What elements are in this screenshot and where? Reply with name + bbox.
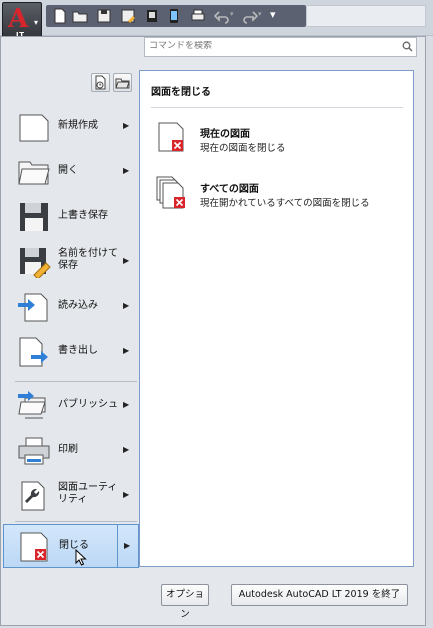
menu-item-label: 上書き保存 [58,210,108,221]
open-documents-icon [115,78,130,89]
exit-application-button[interactable]: Autodesk AutoCAD LT 2019 を終了 [231,584,408,606]
chevron-right-icon: ▶ [123,490,130,499]
chevron-right-icon: ▶ [123,346,130,355]
chevron-right-icon: ▶ [123,256,130,265]
qat-tools: ▾ ▾ ▾ [46,5,306,27]
entry-description: 現在開かれているすべての図面を閉じる [200,198,370,209]
mobile-save-icon[interactable] [166,8,182,24]
close-current-drawing[interactable]: 現在の図面 現在の図面を閉じる [156,121,406,161]
import-icon [18,293,48,322]
chevron-right-icon: ▶ [123,301,130,310]
menu-item-label: 新規作成 [58,120,98,131]
chevron-right-icon: ▶ [124,541,131,550]
close-all-drawings[interactable]: すべての図面 現在開かれているすべての図面を閉じる [156,176,406,216]
divider [151,107,403,108]
save-icon [20,203,48,231]
chevron-down-icon: ▾ [34,18,39,27]
export-icon [19,337,48,367]
search-icon[interactable] [402,41,413,52]
menu-item-label: 読み込み [58,300,98,311]
menu-item-save[interactable]: 上書き保存 [3,195,139,239]
close-drawing-icon [20,532,48,562]
undo-dropdown-icon[interactable]: ▾ [230,10,234,18]
recent-documents-icon [95,75,106,90]
chevron-right-icon: ▶ [123,166,130,175]
redo-dropdown-icon[interactable]: ▾ [258,10,262,18]
new-file-icon [19,114,49,142]
menu-item-label: 開く [58,165,78,176]
entry-title: 現在の図面 [200,129,250,140]
app-logo: A [8,4,29,34]
recent-documents-button[interactable] [91,73,110,92]
menu-item-drawing-utilities[interactable]: 図面ユーティリティ ▶ [3,474,139,518]
redo-icon[interactable] [242,8,258,24]
customize-qat-icon[interactable]: ▾ [270,8,276,21]
save-as-icon[interactable] [120,8,136,24]
chevron-right-icon: ▶ [123,445,130,454]
mouse-cursor-icon [75,549,87,566]
save-as-icon [20,248,51,278]
close-all-drawings-icon [156,176,185,209]
search-input[interactable] [149,41,394,51]
entry-title: すべての図面 [200,184,259,195]
menu-item-print[interactable]: 印刷 ▶ [3,429,139,473]
cloud-open-icon[interactable] [144,8,160,24]
menu-item-label: パブリッシュ [58,399,118,410]
wrench-icon [21,481,45,511]
divider [15,521,137,522]
divider [15,381,137,382]
menu-item-label: 印刷 [58,444,78,455]
menu-item-save-as[interactable]: 名前を付けて保存 ▶ [3,240,139,284]
chevron-right-icon: ▶ [123,400,130,409]
close-drawing-icon [158,122,184,152]
plot-icon[interactable] [190,8,206,24]
menu-item-label: 書き出し [58,345,98,356]
save-icon[interactable] [96,8,112,24]
menu-item-new[interactable]: 新規作成 ▶ [3,105,139,149]
menu-item-label: 名前を付けて保存 [58,248,118,271]
command-search [144,37,417,57]
entry-description: 現在の図面を閉じる [200,143,286,154]
new-file-icon[interactable] [52,8,68,24]
options-button[interactable]: オプション [161,584,209,620]
chevron-right-icon: ▶ [123,121,130,130]
menu-item-close[interactable]: 閉じる ▶ [3,524,139,568]
menu-item-open[interactable]: 開く ▶ [3,150,139,194]
menu-item-import[interactable]: 読み込み ▶ [3,285,139,329]
undo-icon[interactable] [214,8,230,24]
menu-item-export[interactable]: 書き出し ▶ [3,330,139,374]
quick-access-toolbar: A LT ▾ ▾ ▾ ▾ [0,0,433,42]
menu-item-label: 図面ユーティリティ [58,482,118,505]
open-folder-icon [18,161,50,185]
close-submenu-panel: 図面を閉じる 現在の図面 現在の図面を閉じる すべての図面 現在開かれているすべ… [139,70,414,567]
open-documents-button[interactable] [113,73,132,92]
printer-icon [18,437,50,465]
panel-title: 図面を閉じる [151,87,211,98]
menu-item-publish[interactable]: パブリッシュ ▶ [3,384,139,428]
application-menu: 新規作成 ▶ 開く ▶ 上書き保存 [0,36,426,626]
split-divider [117,525,118,567]
title-bar-area [306,5,426,27]
open-folder-icon[interactable] [72,8,88,24]
publish-icon [18,391,46,419]
